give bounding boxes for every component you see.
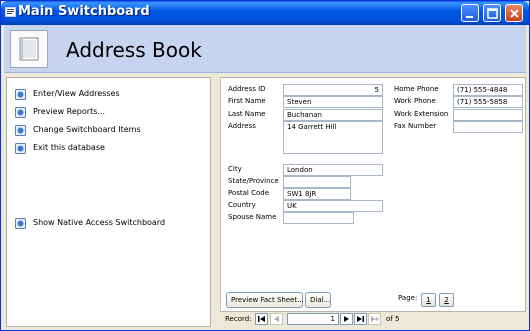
last-record-icon: [357, 316, 364, 322]
main-switchboard-window: Main Switchboard Address Book Enter/View…: [0, 0, 530, 331]
postal-code-label: Postal Code: [228, 189, 270, 197]
preview-fact-sheet-button[interactable]: Preview Fact Sheet...: [226, 292, 304, 308]
work-phone-label: Work Phone: [394, 97, 436, 105]
page-2-label: 2: [444, 296, 449, 304]
window-title: Main Switchboard: [18, 4, 150, 19]
work-extension-field[interactable]: [453, 109, 523, 121]
next-record-button[interactable]: [340, 313, 353, 325]
switchboard-menu: Enter/View Addresses Preview Reports... …: [6, 77, 211, 327]
switchboard-button-icon[interactable]: [15, 89, 26, 100]
dial-button[interactable]: Dial...: [305, 292, 331, 308]
page-1-button[interactable]: 1: [421, 293, 436, 307]
record-label: Record:: [225, 315, 252, 323]
first-name-field[interactable]: Steven: [283, 96, 383, 108]
first-record-icon: [258, 316, 265, 322]
menu-item-label: Exit this database: [33, 143, 105, 152]
switchboard-button-icon[interactable]: [15, 218, 26, 229]
address-label: Address: [228, 122, 256, 130]
last-name-label: Last Name: [228, 110, 266, 118]
home-phone-field[interactable]: (71) 555-4848: [453, 84, 523, 96]
dial-label: Dial...: [310, 296, 331, 304]
last-record-button[interactable]: [354, 313, 367, 325]
current-record-input[interactable]: 1: [287, 313, 339, 325]
switchboard-header: Address Book: [4, 25, 526, 73]
last-name-field[interactable]: Buchanan: [283, 109, 383, 121]
postal-code-field[interactable]: SW1 8JR: [283, 188, 351, 200]
record-count: of 5: [386, 315, 400, 323]
work-phone-field[interactable]: (71) 555-5858: [453, 96, 523, 108]
address-field[interactable]: 14 Garrett Hill: [283, 121, 383, 154]
spouse-name-field[interactable]: [283, 212, 354, 224]
first-name-label: First Name: [228, 97, 266, 105]
city-label: City: [228, 165, 242, 173]
address-id-label: Address ID: [228, 85, 266, 93]
switchboard-button-icon[interactable]: [15, 107, 26, 118]
country-label: Country: [228, 201, 256, 209]
first-record-button[interactable]: [255, 313, 268, 325]
address-subform: Address ID First Name Last Name Address …: [220, 77, 526, 312]
minimize-button[interactable]: [461, 4, 479, 22]
page-title: Address Book: [66, 38, 202, 62]
record-navigator: Record: 1 of 5: [220, 312, 526, 327]
work-extension-label: Work Extension: [394, 110, 449, 118]
maximize-button[interactable]: [483, 4, 501, 22]
menu-item-label: Change Switchboard Items: [33, 125, 141, 134]
preview-fact-sheet-label: Preview Fact Sheet...: [231, 296, 304, 304]
fax-number-label: Fax Number: [394, 122, 437, 130]
form-icon: [5, 7, 16, 17]
new-record-icon: [371, 316, 379, 322]
switchboard-button-icon[interactable]: [15, 125, 26, 136]
city-field[interactable]: London: [283, 164, 383, 176]
previous-record-button[interactable]: [270, 313, 283, 325]
close-icon: [510, 9, 519, 18]
title-bar[interactable]: Main Switchboard: [1, 1, 529, 25]
minimize-icon: [466, 16, 473, 18]
menu-item-label: Preview Reports...: [33, 107, 105, 116]
state-province-field[interactable]: [283, 176, 351, 188]
page-1-label: 1: [426, 296, 431, 304]
close-button[interactable]: [505, 4, 523, 22]
menu-item-label: Enter/View Addresses: [33, 89, 120, 98]
previous-record-icon: [274, 316, 279, 322]
menu-item-label: Show Native Access Switchboard: [33, 218, 166, 227]
next-record-icon: [344, 316, 349, 322]
home-phone-label: Home Phone: [394, 85, 439, 93]
spouse-name-label: Spouse Name: [228, 213, 277, 221]
country-field[interactable]: UK: [283, 200, 383, 212]
state-province-label: State/Province: [228, 177, 279, 185]
address-id-field[interactable]: 5: [283, 84, 383, 96]
page-label: Page:: [398, 294, 418, 302]
switchboard-button-icon[interactable]: [15, 143, 26, 154]
page-2-button[interactable]: 2: [439, 293, 454, 307]
address-book-icon: [10, 30, 48, 68]
maximize-icon: [487, 8, 498, 19]
fax-number-field[interactable]: [453, 121, 523, 133]
new-record-button[interactable]: [368, 313, 381, 325]
